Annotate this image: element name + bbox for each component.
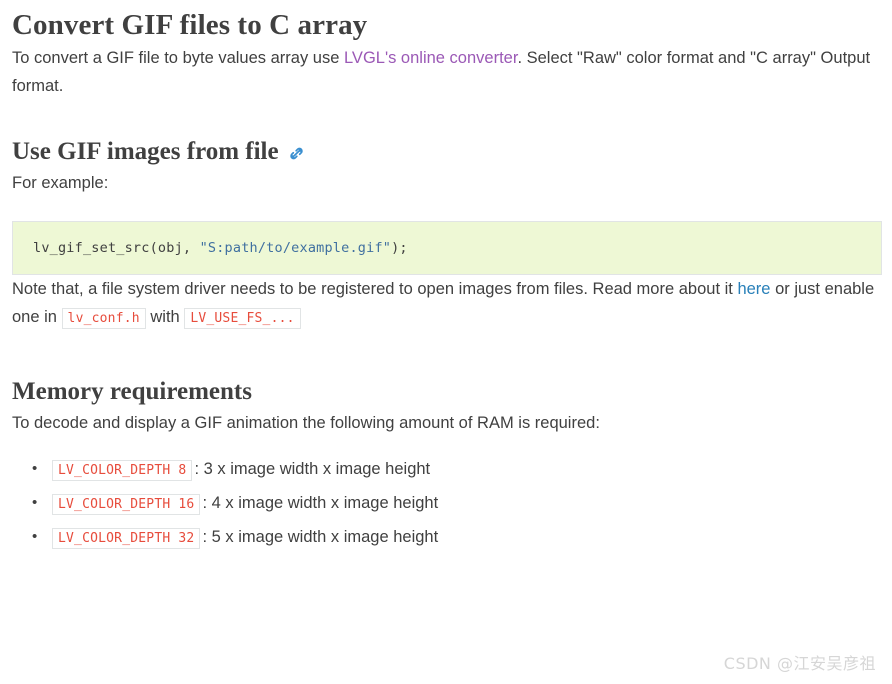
intro-text-before-link: To convert a GIF file to byte values arr… <box>12 49 344 67</box>
inline-code-color-depth: LV_COLOR_DEPTH 8 <box>52 460 193 481</box>
memory-intro-paragraph: To decode and display a GIF animation th… <box>12 414 600 432</box>
code-block-content: lv_gif_set_src(obj, "S:path/to/example.g… <box>33 238 408 258</box>
code-token-tail: ); <box>391 240 408 256</box>
inline-code-color-depth: LV_COLOR_DEPTH 32 <box>52 528 201 549</box>
inline-code-lv-conf-h: lv_conf.h <box>61 308 146 329</box>
list-item-text: : 5 x image width x image height <box>202 528 439 546</box>
section-heading-use-gif-images-from-file: Use GIF images from file <box>12 135 882 169</box>
code-token-call: lv_gif_set_src(obj, <box>33 240 200 256</box>
list-item: LV_COLOR_DEPTH 32: 5 x image width x ima… <box>32 521 882 555</box>
here-link[interactable]: here <box>737 280 770 298</box>
documentation-page: Convert GIF files to C array To convert … <box>0 0 892 684</box>
section-heading-text: Use GIF images from file <box>12 138 279 165</box>
list-item-text: : 4 x image width x image height <box>202 494 439 512</box>
note-text-part1: Note that, a file system driver needs to… <box>12 280 738 298</box>
list-item: LV_COLOR_DEPTH 8: 3 x image width x imag… <box>32 453 882 487</box>
inline-code-color-depth: LV_COLOR_DEPTH 16 <box>52 494 201 515</box>
section-heading-memory-requirements: Memory requirements <box>12 375 882 409</box>
note-paragraph: Note that, a file system driver needs to… <box>12 275 882 333</box>
csdn-watermark: CSDN @江安吴彦祖 <box>723 654 876 673</box>
section-heading-text: Memory requirements <box>12 378 252 405</box>
code-block-gif-set-src: lv_gif_set_src(obj, "S:path/to/example.g… <box>12 221 882 275</box>
list-item-text: : 3 x image width x image height <box>194 460 431 478</box>
intro-paragraph: To convert a GIF file to byte values arr… <box>12 44 882 100</box>
link-chain-icon[interactable] <box>288 145 305 162</box>
memory-requirements-list: LV_COLOR_DEPTH 8: 3 x image width x imag… <box>12 453 882 555</box>
page-title: Convert GIF files to C array <box>12 9 368 41</box>
note-text-part3: with <box>145 308 185 326</box>
inline-code-lv-use-fs: LV_USE_FS_... <box>184 308 301 329</box>
code-token-string: "S:path/to/example.gif" <box>199 240 392 256</box>
for-example-label: For example: <box>12 174 109 192</box>
list-item: LV_COLOR_DEPTH 16: 4 x image width x ima… <box>32 487 882 521</box>
lvgl-online-converter-link[interactable]: LVGL's online converter <box>344 49 517 67</box>
